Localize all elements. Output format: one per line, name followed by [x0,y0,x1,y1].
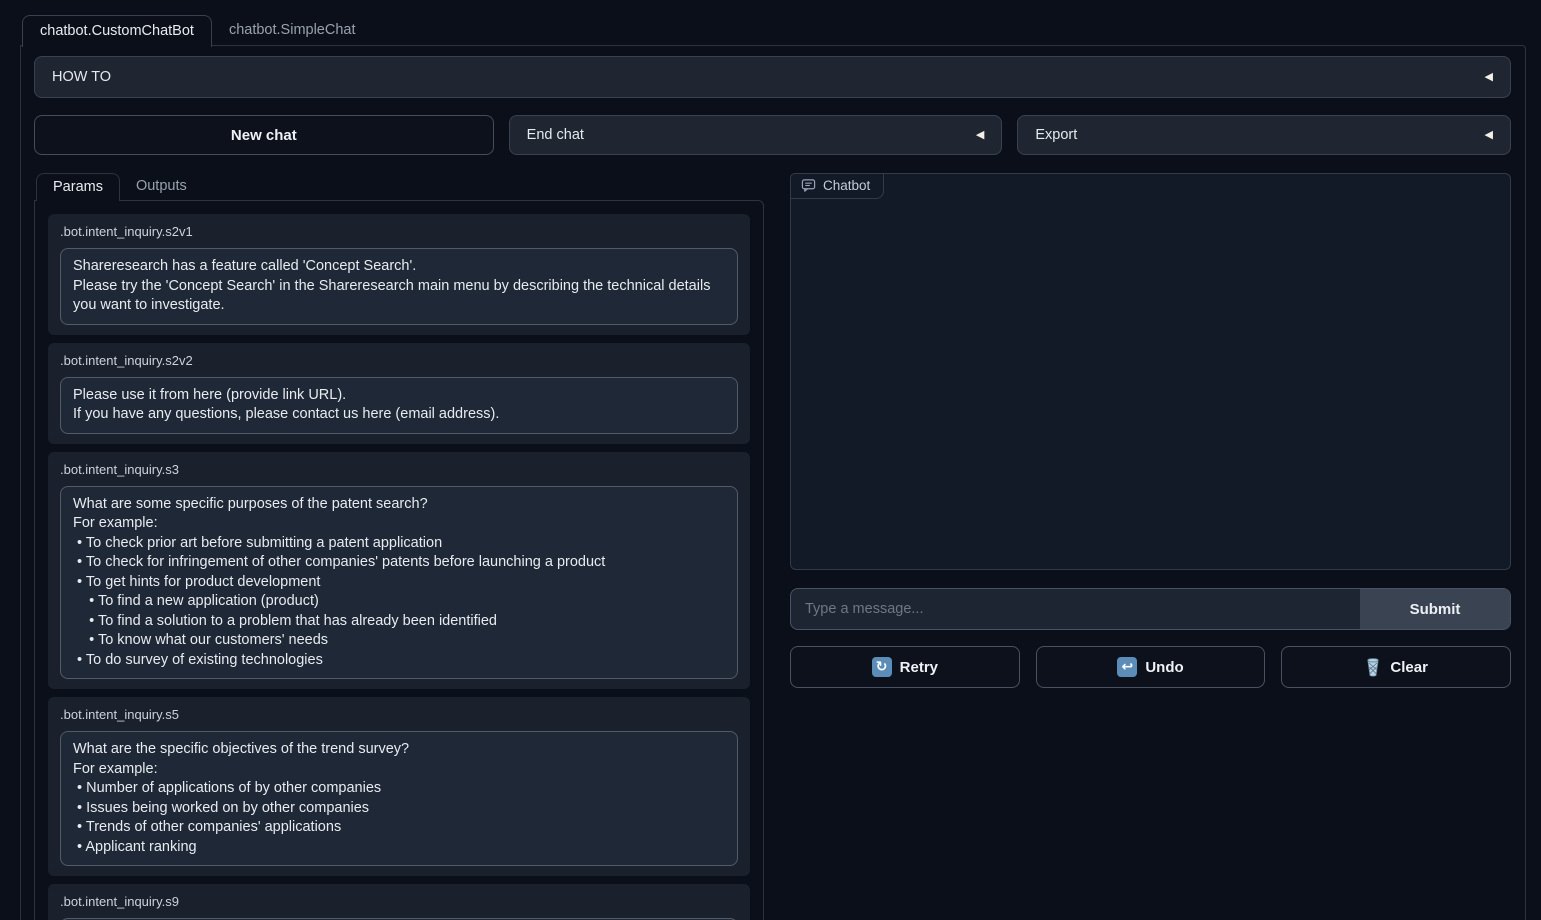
top-tabbar: chatbot.CustomChatBot chatbot.SimpleChat [22,15,373,46]
retry-label: Retry [900,659,938,676]
export-accordion[interactable]: Export ◀ [1017,115,1511,155]
chatbot-label: Chatbot [823,178,870,193]
param-textbox[interactable]: What are the specific objectives of the … [60,731,738,866]
retry-icon: ↻ [872,657,892,677]
tab-params[interactable]: Params [36,173,120,201]
param-textbox[interactable]: Please use it from here (provide link UR… [60,377,738,434]
tab-content-custom-chatbot: HOW TO ◀ New chat End chat ◀ Export ◀ Pa… [20,45,1526,920]
param-block: .bot.intent_inquiry.s3 What are some spe… [48,452,750,690]
retry-button[interactable]: ↻ Retry [790,646,1020,688]
accordion-collapsed-arrow-icon: ◀ [976,130,984,141]
param-label: .bot.intent_inquiry.s2v2 [60,353,738,368]
new-chat-button[interactable]: New chat [34,115,494,155]
param-block: .bot.intent_inquiry.s5 What are the spec… [48,697,750,876]
chatbot-panel: Chatbot [790,173,1511,570]
param-textbox[interactable]: What are some specific purposes of the p… [60,486,738,680]
app-window: chatbot.CustomChatBot chatbot.SimpleChat… [0,0,1541,920]
param-block: .bot.intent_inquiry.s2v1 Shareresearch h… [48,214,750,335]
howto-label: HOW TO [52,69,111,85]
tab-custom-chatbot[interactable]: chatbot.CustomChatBot [22,15,212,47]
chatbot-column: Chatbot Submit ↻ Retry ↩ Undo [790,173,1511,688]
message-input[interactable] [791,589,1360,629]
message-input-row: Submit [790,588,1511,630]
params-tab-content: .bot.intent_inquiry.s2v1 Shareresearch h… [34,200,764,920]
accordion-collapsed-arrow-icon: ◀ [1485,130,1493,141]
param-textbox[interactable]: Shareresearch has a feature called 'Conc… [60,248,738,325]
tab-simple-chat[interactable]: chatbot.SimpleChat [212,15,373,46]
params-tabbar: Params Outputs [34,173,764,200]
param-label: .bot.intent_inquiry.s9 [60,894,738,909]
toolbar-row: New chat End chat ◀ Export ◀ [34,115,1511,155]
accordion-collapsed-arrow-icon: ◀ [1485,72,1493,83]
undo-button[interactable]: ↩ Undo [1036,646,1266,688]
param-block: .bot.intent_inquiry.s2v2 Please use it f… [48,343,750,444]
undo-icon: ↩ [1117,657,1137,677]
export-label: Export [1035,127,1077,143]
undo-label: Undo [1145,659,1183,676]
chatbot-label-chip: Chatbot [790,173,884,199]
tab-outputs[interactable]: Outputs [120,173,203,200]
howto-accordion[interactable]: HOW TO ◀ [34,56,1511,98]
param-label: .bot.intent_inquiry.s5 [60,707,738,722]
chat-bubble-icon [801,178,816,193]
param-label: .bot.intent_inquiry.s3 [60,462,738,477]
param-label: .bot.intent_inquiry.s2v1 [60,224,738,239]
clear-button[interactable]: Clear [1281,646,1511,688]
trash-icon [1364,657,1382,677]
end-chat-accordion[interactable]: End chat ◀ [509,115,1003,155]
end-chat-label: End chat [527,127,584,143]
param-block: .bot.intent_inquiry.s9 [48,884,750,920]
submit-button[interactable]: Submit [1360,589,1510,629]
chat-actions-row: ↻ Retry ↩ Undo Clear [790,646,1511,688]
params-column: Params Outputs .bot.intent_inquiry.s2v1 … [34,173,764,920]
clear-label: Clear [1390,659,1428,676]
